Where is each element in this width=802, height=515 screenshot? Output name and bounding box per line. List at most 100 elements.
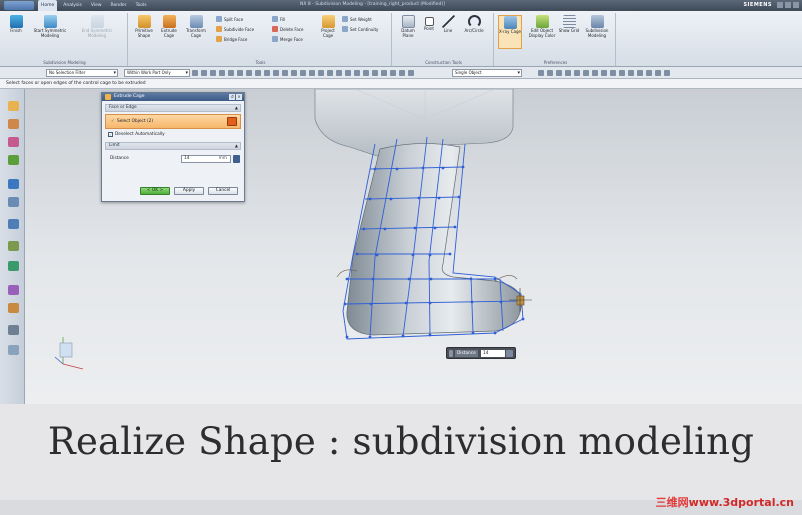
cancel-button[interactable]: Cancel xyxy=(208,187,238,195)
ok-button[interactable]: < OK > xyxy=(140,187,170,195)
deselect-checkbox[interactable]: ✓ xyxy=(108,132,113,137)
section-face-or-edge[interactable]: Face or Edge xyxy=(105,104,241,112)
onscreen-options-button[interactable] xyxy=(506,350,513,357)
tab-view[interactable]: View xyxy=(88,0,105,11)
system-materials-icon[interactable] xyxy=(8,219,19,229)
snap-icon[interactable] xyxy=(318,70,324,76)
edit-display-color-button[interactable]: Edit Object Display Color xyxy=(526,15,558,38)
set-continuity-button[interactable]: Set Continuity xyxy=(342,26,378,32)
process-studio-icon[interactable] xyxy=(8,241,19,251)
subdivide-face-button[interactable]: Subdivide Face xyxy=(216,26,254,32)
view-icon[interactable] xyxy=(574,70,580,76)
datum-plane-button[interactable]: Datum Plane xyxy=(396,15,420,38)
minimize-icon[interactable] xyxy=(777,2,783,8)
finish-button[interactable]: Finish xyxy=(4,15,28,34)
snap-icon[interactable] xyxy=(300,70,306,76)
snap-icon[interactable] xyxy=(264,70,270,76)
model-stem[interactable] xyxy=(346,143,522,336)
system-scene-icon[interactable] xyxy=(8,303,19,313)
roles-icon[interactable] xyxy=(8,285,19,295)
snap-icon[interactable] xyxy=(237,70,243,76)
bridge-face-button[interactable]: Bridge Face xyxy=(216,36,247,42)
training-icon[interactable] xyxy=(8,345,19,355)
view-icon[interactable] xyxy=(619,70,625,76)
app-menu-button[interactable] xyxy=(4,1,34,10)
snap-icon[interactable] xyxy=(255,70,261,76)
xray-cage-button[interactable]: X-ray Cage xyxy=(498,15,522,49)
show-grid-button[interactable]: Show Grid xyxy=(558,15,580,34)
tab-tools[interactable]: Tools xyxy=(133,0,150,11)
close-icon[interactable] xyxy=(793,2,799,8)
subdivision-modeling-pref-button[interactable]: Subdivision Modeling xyxy=(582,15,612,38)
view-icon[interactable] xyxy=(547,70,553,76)
line-button[interactable]: Line xyxy=(439,15,457,34)
manufacturing-wizard-icon[interactable] xyxy=(8,261,19,271)
view-icon[interactable] xyxy=(583,70,589,76)
reset-icon[interactable]: ↺ xyxy=(229,94,235,100)
start-symmetric-button[interactable]: Start Symmetric Modeling xyxy=(30,15,70,38)
view-icon[interactable] xyxy=(628,70,634,76)
drag-grip-icon[interactable] xyxy=(449,350,453,357)
view-icon[interactable] xyxy=(610,70,616,76)
snap-icon[interactable] xyxy=(372,70,378,76)
end-symmetric-button[interactable]: End Symmetric Modeling xyxy=(74,15,120,38)
close-icon[interactable]: × xyxy=(236,94,242,100)
selection-mode-select[interactable]: Single Object xyxy=(452,69,522,77)
snap-icon[interactable] xyxy=(210,70,216,76)
snap-icon[interactable] xyxy=(282,70,288,76)
transform-cage-button[interactable]: Transform Cage xyxy=(182,15,210,38)
section-limit[interactable]: Limit xyxy=(105,142,241,150)
select-object-button[interactable] xyxy=(227,117,237,126)
view-icon[interactable] xyxy=(556,70,562,76)
view-icon[interactable] xyxy=(646,70,652,76)
view-icon[interactable] xyxy=(664,70,670,76)
snap-icon[interactable] xyxy=(309,70,315,76)
distance-options-button[interactable] xyxy=(233,155,240,163)
apply-button[interactable]: Apply xyxy=(174,187,204,195)
distance-input[interactable]: 14 mm xyxy=(181,155,231,163)
history-icon[interactable] xyxy=(8,197,19,207)
snap-icon[interactable] xyxy=(390,70,396,76)
delete-face-button[interactable]: Delete Face xyxy=(272,26,303,32)
tab-render[interactable]: Render xyxy=(108,0,130,11)
snap-icon[interactable] xyxy=(219,70,225,76)
snap-icon[interactable] xyxy=(273,70,279,76)
view-icon[interactable] xyxy=(565,70,571,76)
assembly-icon[interactable] xyxy=(8,119,19,129)
view-icon[interactable] xyxy=(592,70,598,76)
extrude-cage-button[interactable]: Extrude Cage xyxy=(157,15,181,38)
primitive-shape-button[interactable]: Primitive Shape xyxy=(132,15,156,38)
fill-button[interactable]: Fill xyxy=(272,16,285,22)
split-face-button[interactable]: Split Face xyxy=(216,16,243,22)
maximize-icon[interactable] xyxy=(785,2,791,8)
snap-icon[interactable] xyxy=(354,70,360,76)
snap-icon[interactable] xyxy=(246,70,252,76)
view-icon[interactable] xyxy=(538,70,544,76)
onscreen-distance-value[interactable]: 14 xyxy=(481,350,505,357)
selection-scope-select[interactable]: Within Work Part Only xyxy=(124,69,190,77)
snap-icon[interactable] xyxy=(381,70,387,76)
view-icon[interactable] xyxy=(655,70,661,76)
tab-analysis[interactable]: Analysis xyxy=(60,0,85,11)
web-browser-icon[interactable] xyxy=(8,179,19,189)
dialog-title-bar[interactable]: Extrude Cage ↺ × xyxy=(102,93,244,101)
snap-icon[interactable] xyxy=(291,70,297,76)
snap-icon[interactable] xyxy=(192,70,198,76)
snap-icon[interactable] xyxy=(408,70,414,76)
set-weight-button[interactable]: Set Weight xyxy=(342,16,372,22)
reuse-library-icon[interactable] xyxy=(8,155,19,165)
point-button[interactable]: Point xyxy=(420,15,438,32)
palette-icon[interactable] xyxy=(8,325,19,335)
view-icon[interactable] xyxy=(601,70,607,76)
merge-face-button[interactable]: Merge Face xyxy=(272,36,303,42)
tab-home[interactable]: Home xyxy=(38,0,58,11)
select-object-row[interactable]: ✓ Select Object (2) xyxy=(105,114,241,129)
type-filter-select[interactable]: No Selection Filter xyxy=(46,69,118,77)
snap-icon[interactable] xyxy=(399,70,405,76)
deselect-automatically-row[interactable]: ✓ Deselect Automatically xyxy=(108,131,241,138)
snap-icon[interactable] xyxy=(327,70,333,76)
snap-icon[interactable] xyxy=(345,70,351,76)
snap-icon[interactable] xyxy=(336,70,342,76)
snap-icon[interactable] xyxy=(228,70,234,76)
onscreen-distance-input[interactable]: Distance 14 xyxy=(446,347,516,359)
